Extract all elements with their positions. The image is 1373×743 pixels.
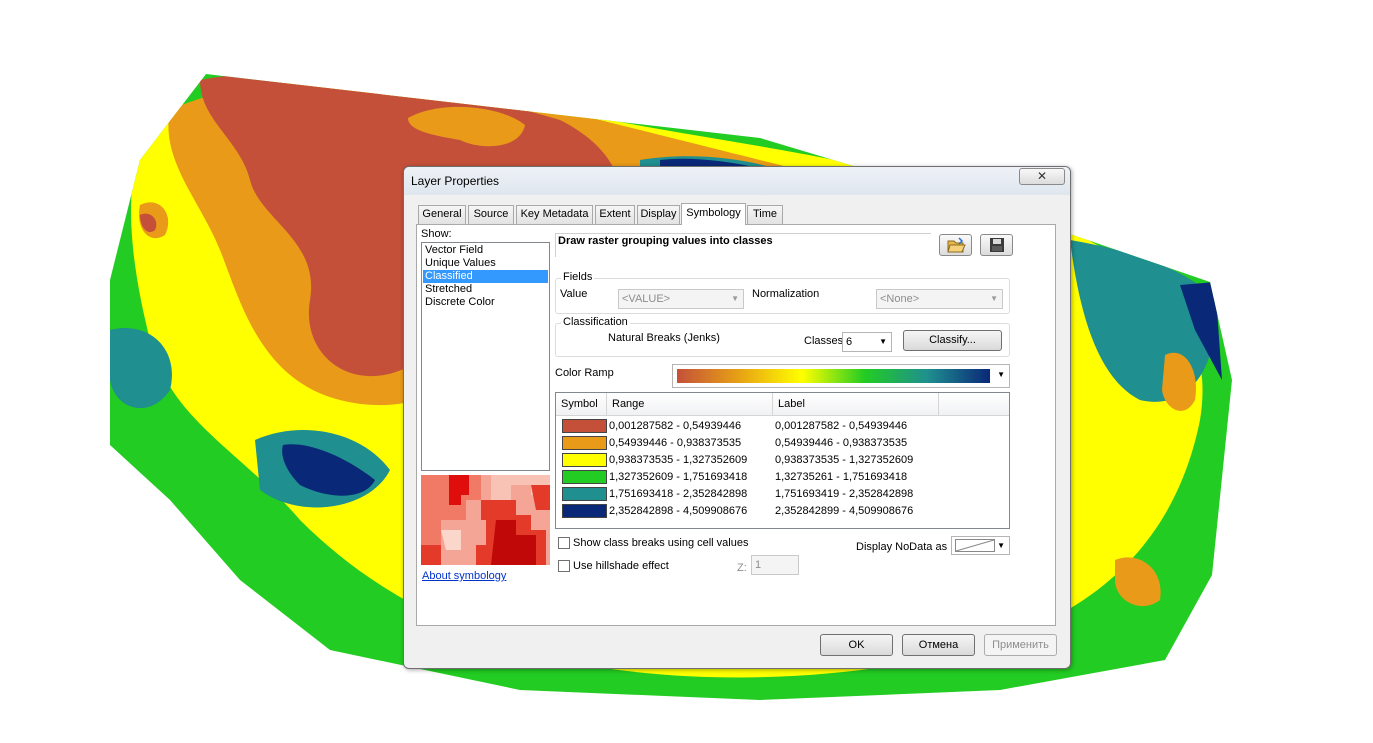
tab-time[interactable]: Time — [747, 205, 783, 224]
table-row[interactable]: 0,938373535 - 1,327352609 0,938373535 - 1… — [556, 452, 1009, 469]
tab-key-metadata[interactable]: Key Metadata — [516, 205, 593, 224]
tab-general[interactable]: General — [418, 205, 466, 224]
cancel-button[interactable]: Отмена — [902, 634, 975, 656]
hillshade-checkbox[interactable] — [558, 560, 570, 572]
class-color-swatch[interactable] — [562, 419, 607, 433]
z-factor-label: Z: — [737, 562, 747, 574]
nodata-color-select[interactable]: ▼ — [951, 536, 1010, 555]
save-icon — [990, 238, 1004, 252]
chevron-down-icon: ▼ — [990, 294, 998, 303]
apply-button[interactable]: Применить — [984, 634, 1057, 656]
close-button[interactable]: ✕ — [1019, 168, 1065, 185]
renderer-description: Draw raster grouping values into classes — [558, 235, 773, 247]
range-cell[interactable]: 0,54939446 - 0,938373535 — [609, 437, 741, 450]
classes-table[interactable]: Symbol Range Label 0,001287582 - 0,54939… — [555, 392, 1010, 529]
tab-display[interactable]: Display — [637, 205, 680, 224]
class-color-swatch[interactable] — [562, 470, 607, 484]
renderer-discrete-color[interactable]: Discrete Color — [423, 296, 548, 309]
renderer-vector-field[interactable]: Vector Field — [423, 244, 548, 257]
table-row[interactable]: 1,751693418 - 2,352842898 1,751693419 - 2… — [556, 486, 1009, 503]
normalization-selected: <None> — [880, 293, 920, 305]
fields-group-title: Fields — [561, 271, 595, 283]
classes-label: Classes — [804, 335, 844, 347]
open-symbology-button[interactable] — [939, 234, 972, 256]
folder-open-icon — [947, 237, 966, 253]
color-ramp-preview — [677, 369, 990, 383]
value-field-selected: <VALUE> — [622, 293, 671, 305]
layer-properties-dialog: Layer Properties ✕ General Source Key Me… — [403, 166, 1071, 669]
renderer-unique-values[interactable]: Unique Values — [423, 257, 548, 270]
z-factor-value: 1 — [755, 559, 762, 571]
class-color-swatch[interactable] — [562, 453, 607, 467]
range-cell[interactable]: 0,001287582 - 0,54939446 — [609, 420, 741, 433]
color-ramp-select[interactable]: ▼ — [672, 364, 1010, 388]
renderer-header: Draw raster grouping values into classes — [555, 233, 931, 257]
close-icon: ✕ — [1036, 169, 1048, 183]
tab-symbology[interactable]: Symbology — [681, 203, 746, 225]
label-cell[interactable]: 1,751693419 - 2,352842898 — [775, 488, 913, 501]
tab-source[interactable]: Source — [468, 205, 514, 224]
label-cell[interactable]: 2,352842899 - 4,509908676 — [775, 505, 913, 518]
fields-group: Fields Value <VALUE> ▼ Normalization <No… — [555, 271, 1010, 314]
classification-method: Natural Breaks (Jenks) — [608, 332, 720, 344]
range-cell[interactable]: 1,751693418 - 2,352842898 — [609, 488, 747, 501]
label-cell[interactable]: 1,32735261 - 1,751693418 — [775, 471, 907, 484]
classes-selected: 6 — [846, 336, 853, 348]
range-cell[interactable]: 1,327352609 - 1,751693418 — [609, 471, 747, 484]
label-cell[interactable]: 0,001287582 - 0,54939446 — [775, 420, 907, 433]
show-class-breaks-checkbox[interactable] — [558, 537, 570, 549]
table-row[interactable]: 0,001287582 - 0,54939446 0,001287582 - 0,… — [556, 418, 1009, 435]
range-cell[interactable]: 0,938373535 - 1,327352609 — [609, 454, 747, 467]
range-column-header[interactable]: Range — [607, 393, 773, 415]
chevron-down-icon: ▼ — [879, 337, 887, 346]
classification-group: Classification Natural Breaks (Jenks) Cl… — [555, 316, 1010, 357]
normalization-select[interactable]: <None> ▼ — [876, 289, 1003, 309]
label-column-header[interactable]: Label — [773, 393, 939, 415]
classification-group-title: Classification — [561, 316, 630, 328]
class-color-swatch[interactable] — [562, 504, 607, 518]
renderer-list[interactable]: Vector Field Unique Values Classified St… — [421, 242, 550, 471]
ok-button[interactable]: OK — [820, 634, 893, 656]
show-label: Show: — [421, 228, 452, 240]
table-header: Symbol Range Label — [556, 393, 1009, 416]
hillshade-label: Use hillshade effect — [573, 560, 669, 572]
dialog-titlebar[interactable]: Layer Properties ✕ — [404, 167, 1070, 195]
renderer-classified[interactable]: Classified — [423, 270, 548, 283]
class-color-swatch[interactable] — [562, 436, 607, 450]
label-cell[interactable]: 0,938373535 - 1,327352609 — [775, 454, 913, 467]
renderer-stretched[interactable]: Stretched — [423, 283, 548, 296]
label-cell[interactable]: 0,54939446 - 0,938373535 — [775, 437, 907, 450]
nodata-swatch-icon — [955, 539, 995, 552]
dialog-title: Layer Properties — [411, 174, 500, 188]
value-field-select[interactable]: <VALUE> ▼ — [618, 289, 744, 309]
table-row[interactable]: 1,327352609 - 1,751693418 1,32735261 - 1,… — [556, 469, 1009, 486]
save-symbology-button[interactable] — [980, 234, 1013, 256]
renderer-preview-image — [421, 475, 550, 565]
table-row[interactable]: 2,352842898 - 4,509908676 2,352842899 - 4… — [556, 503, 1009, 520]
show-class-breaks-label: Show class breaks using cell values — [573, 537, 749, 549]
nodata-label: Display NoData as — [856, 541, 948, 553]
value-label: Value — [560, 288, 588, 300]
about-symbology-link[interactable]: About symbology — [422, 570, 506, 582]
symbol-column-header[interactable]: Symbol — [556, 393, 607, 415]
classify-button[interactable]: Classify... — [903, 330, 1002, 351]
chevron-down-icon: ▼ — [731, 294, 739, 303]
class-color-swatch[interactable] — [562, 487, 607, 501]
normalization-label: Normalization — [752, 288, 820, 300]
color-ramp-label: Color Ramp — [555, 367, 614, 379]
symbology-panel: Show: Vector Field Unique Values Classif… — [416, 224, 1056, 626]
chevron-down-icon: ▼ — [997, 541, 1005, 550]
table-row[interactable]: 0,54939446 - 0,938373535 0,54939446 - 0,9… — [556, 435, 1009, 452]
z-factor-input[interactable]: 1 — [751, 555, 799, 575]
range-cell[interactable]: 2,352842898 - 4,509908676 — [609, 505, 747, 518]
chevron-down-icon: ▼ — [997, 370, 1005, 379]
classes-select[interactable]: 6 ▼ — [842, 332, 892, 352]
tab-extent[interactable]: Extent — [595, 205, 635, 224]
